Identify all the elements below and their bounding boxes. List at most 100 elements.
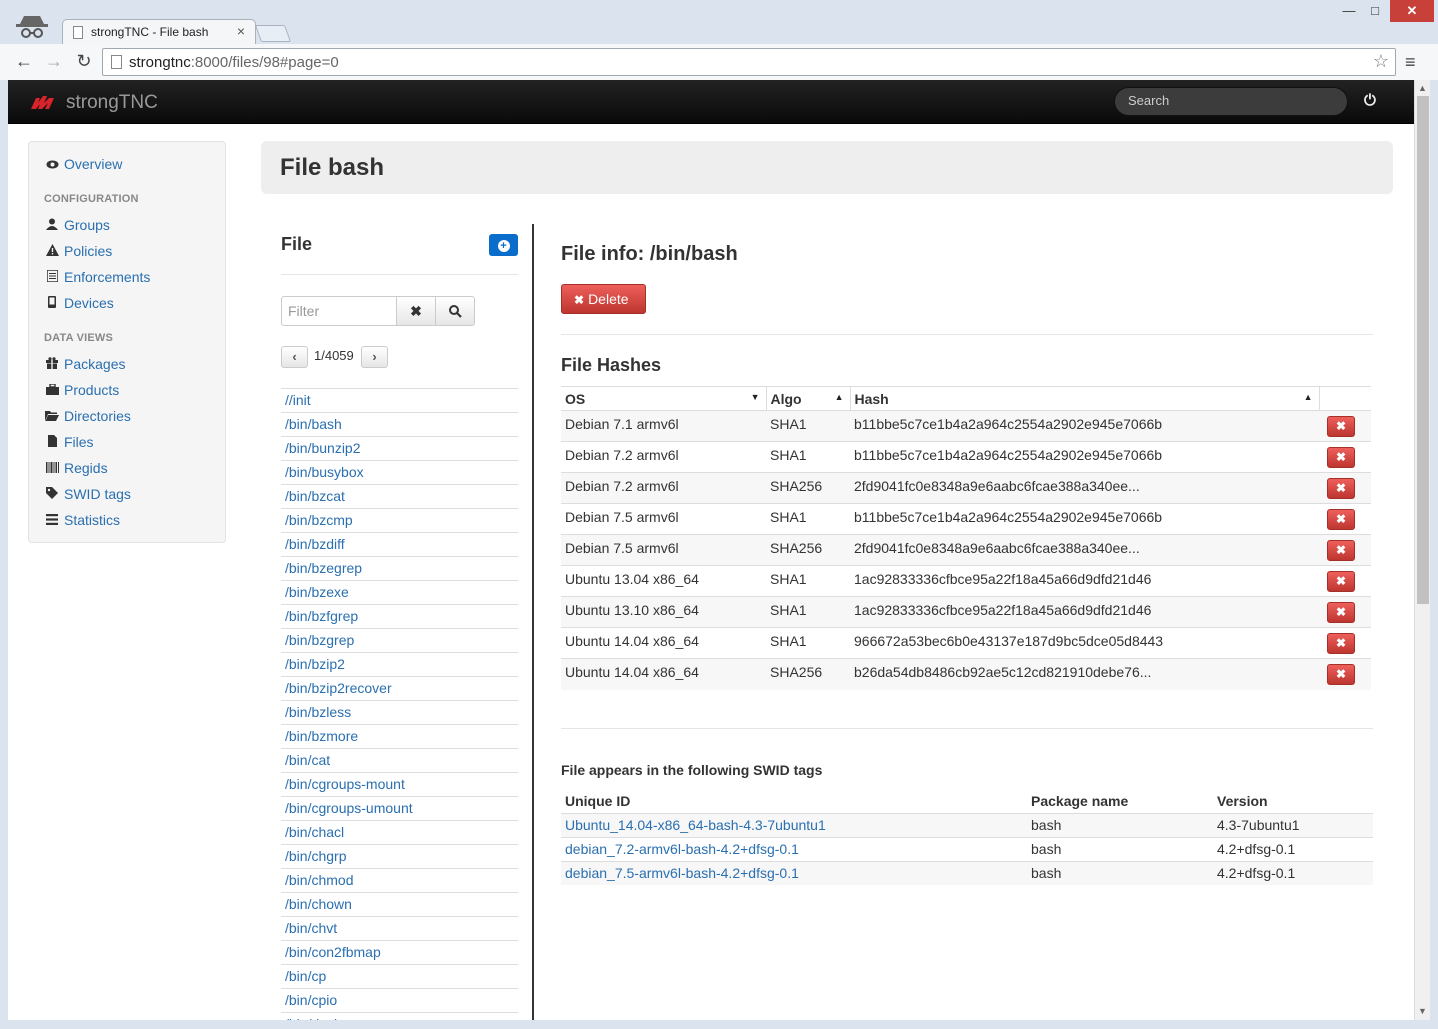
file-list-item[interactable]: /bin/bzip2recover	[281, 676, 518, 700]
file-list-item[interactable]: /bin/bzfgrep	[281, 604, 518, 628]
sidebar-item-directories[interactable]: Directories	[44, 408, 131, 424]
file-list-item[interactable]: /bin/bzip2	[281, 652, 518, 676]
scroll-down-icon[interactable]: ▼	[1418, 1006, 1427, 1016]
file-list-item[interactable]: /bin/cat	[281, 748, 518, 772]
delete-hash-button[interactable]: ✖	[1327, 478, 1355, 499]
file-list-item[interactable]: /bin/cgroups-mount	[281, 772, 518, 796]
sidebar-item-files[interactable]: Files	[44, 434, 94, 450]
file-list-item[interactable]: /bin/bzgrep	[281, 628, 518, 652]
table-row: debian_7.5-armv6l-bash-4.2+dfsg-0.1 bash 4…	[561, 860, 1373, 885]
file-list-item[interactable]: /bin/bash	[281, 412, 518, 436]
file-list-item[interactable]: /bin/bzmore	[281, 724, 518, 748]
delete-hash-button[interactable]: ✖	[1327, 509, 1355, 530]
barcode-icon	[44, 462, 60, 476]
hash-cell-actions: ✖	[1319, 410, 1371, 442]
column-header-os[interactable]: OS ▼	[561, 386, 767, 411]
search-input[interactable]: Search	[1114, 87, 1348, 116]
file-list-item[interactable]: /bin/chvt	[281, 916, 518, 940]
file-list-item[interactable]: /bin/bzexe	[281, 580, 518, 604]
swid-unique-id-link[interactable]: debian_7.5-armv6l-bash-4.2+dfsg-0.1	[561, 860, 1027, 885]
clear-filter-button[interactable]: ✖	[396, 296, 436, 326]
hash-cell-os: Ubuntu 13.10 x86_64	[561, 596, 766, 628]
bookmark-star-icon[interactable]: ☆	[1373, 51, 1389, 72]
strongtnc-logo-icon[interactable]	[30, 94, 56, 110]
delete-hash-button[interactable]: ✖	[1327, 602, 1355, 623]
column-header-hash[interactable]: Hash ▲	[850, 386, 1320, 411]
file-list-item[interactable]: /bin/cp	[281, 964, 518, 988]
table-row: Debian 7.1 armv6l SHA1 b11bbe5c7ce1b4a2a96…	[561, 410, 1371, 442]
file-list-item[interactable]: /bin/con2fbmap	[281, 940, 518, 964]
file-list-item[interactable]: /bin/bzdiff	[281, 532, 518, 556]
file-list-item[interactable]: /bin/chgrp	[281, 844, 518, 868]
section-header-data-views: DATA VIEWS	[44, 332, 114, 344]
delete-button[interactable]: ✖ Delete	[561, 284, 646, 314]
file-list-item[interactable]: /bin/cpio	[281, 988, 518, 1012]
hash-cell-hash: b26da54db8486cb92ae5c12cd821910debe76...	[850, 658, 1319, 690]
delete-hash-button[interactable]: ✖	[1327, 540, 1355, 561]
filter-input[interactable]: Filter	[281, 296, 397, 326]
file-list-item[interactable]: /bin/bunzip2	[281, 436, 518, 460]
column-header-algo[interactable]: Algo ▲	[766, 386, 851, 411]
scroll-up-icon[interactable]: ▲	[1418, 83, 1427, 93]
window-frame-bottom	[0, 1020, 1438, 1029]
file-list-item[interactable]: /bin/bzcat	[281, 484, 518, 508]
logout-power-icon[interactable]: ⏻	[1364, 92, 1376, 109]
sidebar-item-overview[interactable]: Overview	[44, 156, 122, 172]
brand-name[interactable]: strongTNC	[66, 92, 158, 114]
page-icon	[111, 55, 122, 69]
reload-button[interactable]: ↻	[74, 51, 94, 72]
sidebar-item-regids[interactable]: Regids	[44, 460, 108, 476]
column-header-actions	[1319, 386, 1371, 411]
hash-cell-hash: b11bbe5c7ce1b4a2a964c2554a2902e945e7066b	[850, 503, 1319, 535]
delete-hash-button[interactable]: ✖	[1327, 447, 1355, 468]
forward-button[interactable]: →	[44, 51, 64, 72]
divider	[281, 274, 518, 275]
tab-close-icon[interactable]: ×	[237, 23, 245, 39]
maximize-button[interactable]: □	[1362, 0, 1388, 22]
delete-hash-button[interactable]: ✖	[1327, 633, 1355, 654]
sidebar-item-enforcements[interactable]: Enforcements	[44, 269, 150, 285]
sidebar-item-products[interactable]: Products	[44, 382, 119, 398]
column-header-version: Version	[1217, 793, 1268, 810]
file-list-item[interactable]: //init	[281, 388, 518, 412]
sidebar-item-policies[interactable]: Policies	[44, 243, 112, 259]
sidebar-item-packages[interactable]: Packages	[44, 356, 125, 372]
delete-hash-button[interactable]: ✖	[1327, 416, 1355, 437]
file-list-item[interactable]: /bin/bzegrep	[281, 556, 518, 580]
file-list-item[interactable]: /bin/busybox	[281, 460, 518, 484]
file-list-item[interactable]: /bin/bzless	[281, 700, 518, 724]
close-window-button[interactable]: ✕	[1390, 0, 1434, 22]
next-page-button[interactable]: ›	[361, 346, 388, 368]
delete-hash-button[interactable]: ✖	[1327, 571, 1355, 592]
scrollbar-thumb[interactable]	[1417, 96, 1429, 604]
sidebar-item-groups[interactable]: Groups	[44, 217, 110, 233]
file-list-item[interactable]: /bin/chown	[281, 892, 518, 916]
sidebar-item-swid-tags[interactable]: SWID tags	[44, 486, 131, 502]
prev-page-button[interactable]: ‹	[281, 346, 308, 368]
sidebar-item-statistics[interactable]: Statistics	[44, 512, 120, 528]
browser-menu-icon[interactable]: ≡	[1405, 52, 1416, 73]
page-scrollbar[interactable]: ▲ ▼	[1414, 80, 1430, 1020]
file-list-item[interactable]: /bin/dash	[281, 1012, 518, 1020]
file-list-item[interactable]: /bin/cgroups-umount	[281, 796, 518, 820]
file-list-item[interactable]: /bin/bzcmp	[281, 508, 518, 532]
address-bar[interactable]: strongtnc:8000/files/98#page=0 ☆	[102, 48, 1396, 76]
swid-package-cell: bash	[1027, 836, 1213, 861]
back-button[interactable]: ←	[14, 51, 34, 72]
new-tab-button[interactable]	[254, 25, 292, 42]
minimize-button[interactable]: —	[1336, 0, 1362, 22]
swid-unique-id-link[interactable]: Ubuntu_14.04-x86_64-bash-4.3-7ubuntu1	[561, 812, 1027, 837]
file-list-item[interactable]: /bin/chmod	[281, 868, 518, 892]
swid-unique-id-link[interactable]: debian_7.2-armv6l-bash-4.2+dfsg-0.1	[561, 836, 1027, 861]
sidebar-item-devices[interactable]: Devices	[44, 295, 114, 311]
delete-hash-button[interactable]: ✖	[1327, 664, 1355, 685]
hash-cell-os: Debian 7.2 armv6l	[561, 441, 766, 473]
hash-cell-algo: SHA1	[766, 596, 850, 628]
swid-version-cell: 4.3-7ubuntu1	[1213, 812, 1373, 837]
sidebar: Overview CONFIGURATION Groups Policies E…	[28, 141, 226, 543]
add-file-button[interactable]: +	[489, 234, 518, 256]
tab-active[interactable]: strongTNC - File bash ×	[62, 19, 256, 45]
file-list-item[interactable]: /bin/chacl	[281, 820, 518, 844]
hash-cell-os: Debian 7.5 armv6l	[561, 503, 766, 535]
search-button[interactable]	[435, 296, 475, 326]
